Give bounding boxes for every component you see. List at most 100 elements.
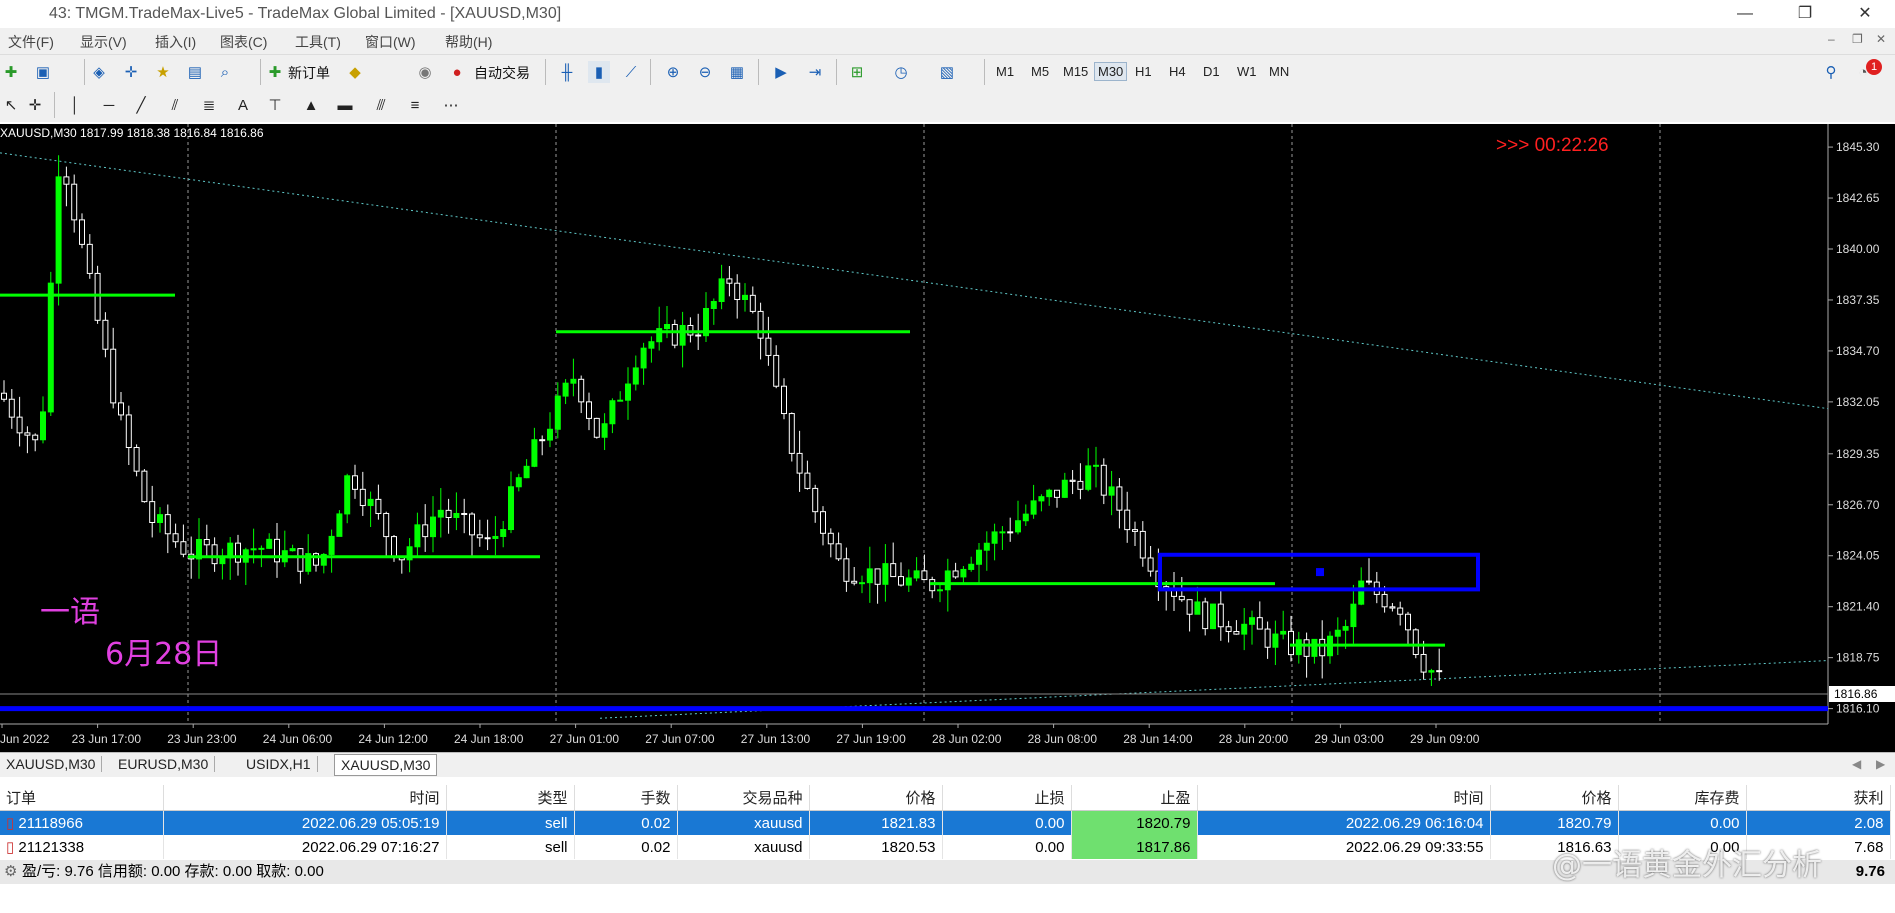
- candle-body: [859, 582, 865, 585]
- header-swap[interactable]: 库存费: [1618, 785, 1747, 811]
- indicators-icon[interactable]: ⊞: [846, 61, 868, 83]
- fibo-fan-icon[interactable]: ≡: [404, 94, 426, 116]
- header-order[interactable]: 订单: [0, 785, 164, 811]
- time-label: 28 Jun 20:00: [1219, 732, 1289, 746]
- tf-h1[interactable]: H1: [1132, 63, 1155, 80]
- text-icon[interactable]: A: [232, 94, 254, 116]
- tf-h4[interactable]: H4: [1166, 63, 1189, 80]
- restore-button[interactable]: ❐: [1785, 2, 1825, 26]
- menu-window[interactable]: 窗口(W): [365, 32, 416, 52]
- menu-file[interactable]: 文件(F): [8, 32, 54, 52]
- tab-usidx-h1[interactable]: USIDX,H1: [240, 756, 318, 772]
- header-open-time[interactable]: 时间: [163, 785, 447, 811]
- header-symbol[interactable]: 交易品种: [677, 785, 810, 811]
- auto-scroll-icon[interactable]: ▶: [770, 61, 792, 83]
- zoom-in-icon[interactable]: ⊕: [662, 61, 684, 83]
- search-icon[interactable]: ⚲: [1820, 61, 1842, 83]
- bar-chart-icon[interactable]: ╫: [556, 61, 578, 83]
- tab-xauusd-m30-1[interactable]: XAUUSD,M30: [0, 756, 103, 772]
- vertical-line-icon[interactable]: │: [64, 94, 86, 116]
- more-tools-icon[interactable]: ⋯: [440, 94, 462, 116]
- signals-icon[interactable]: ◉: [414, 61, 436, 83]
- tf-m15[interactable]: M15: [1060, 63, 1091, 80]
- tf-mn[interactable]: MN: [1266, 63, 1292, 80]
- price-chart[interactable]: 1816.86 1845.30 1842.65 1840.00 1837.35 1834…: [0, 124, 1895, 752]
- minimize-button[interactable]: —: [1725, 2, 1765, 26]
- menu-insert[interactable]: 插入(I): [155, 32, 196, 52]
- fibonacci-icon[interactable]: ≣: [198, 94, 220, 116]
- tf-m30[interactable]: M30: [1094, 62, 1128, 81]
- tab-eurusd-m30[interactable]: EURUSD,M30: [112, 756, 216, 772]
- strategy-tester-icon[interactable]: ⌕: [214, 61, 236, 83]
- mdi-minimize-button[interactable]: ‒: [1828, 32, 1835, 46]
- new-chart-icon[interactable]: ✚: [0, 61, 22, 83]
- symbol: xauusd: [677, 810, 810, 835]
- menu-view[interactable]: 显示(V): [80, 32, 127, 52]
- new-order-button[interactable]: 新订单: [288, 63, 330, 83]
- tile-windows-icon[interactable]: ▦: [726, 61, 748, 83]
- chart-shift-icon[interactable]: ⇥: [804, 61, 826, 83]
- arrow-up-icon[interactable]: ▲: [300, 94, 322, 116]
- text-label-icon[interactable]: ⊤: [264, 94, 286, 116]
- candle-body: [742, 294, 748, 301]
- time-label: Jun 2022: [0, 732, 50, 746]
- mdi-restore-button[interactable]: ❐: [1852, 32, 1863, 46]
- gann-icon[interactable]: ⫻: [370, 94, 392, 116]
- channel-icon[interactable]: ⫽: [164, 94, 186, 116]
- candle-body: [765, 337, 772, 356]
- candle-body: [274, 538, 280, 563]
- menu-chart[interactable]: 图表(C): [220, 32, 267, 52]
- new-order-icon[interactable]: ✚: [264, 61, 286, 83]
- time-label: 23 Jun 23:00: [167, 732, 237, 746]
- candle-body: [781, 385, 787, 415]
- templates-icon[interactable]: ▧: [936, 61, 958, 83]
- table-row[interactable]: ▯ 21118966 2022.06.29 05:05:19 sell 0.02…: [0, 810, 1891, 835]
- cursor-icon[interactable]: ↖: [0, 94, 22, 116]
- header-close-time[interactable]: 时间: [1197, 785, 1491, 811]
- candle-body: [812, 487, 819, 513]
- close-time: 2022.06.29 06:16:04: [1197, 810, 1491, 835]
- candle-body: [149, 501, 156, 523]
- time-label: 27 Jun 13:00: [741, 732, 811, 746]
- horizontal-line-icon[interactable]: ─: [98, 94, 120, 116]
- tab-prev-icon[interactable]: ◀: [1852, 757, 1861, 771]
- tab-xauusd-m30-active[interactable]: XAUUSD,M30: [334, 754, 438, 776]
- tf-d1[interactable]: D1: [1200, 63, 1223, 80]
- navigator-icon[interactable]: ★: [152, 61, 174, 83]
- metaeditor-icon[interactable]: ◆: [344, 61, 366, 83]
- candle-body: [804, 472, 811, 489]
- rectangle-icon[interactable]: ▬: [334, 94, 356, 116]
- zoom-out-icon[interactable]: ⊖: [694, 61, 716, 83]
- header-stop-loss[interactable]: 止损: [942, 785, 1072, 811]
- profit: 2.08: [1746, 810, 1891, 835]
- candlestick-icon[interactable]: ▮: [588, 61, 610, 83]
- tf-m1[interactable]: M1: [993, 63, 1017, 80]
- tf-w1[interactable]: W1: [1234, 63, 1260, 80]
- trendline-icon[interactable]: ╱: [130, 94, 152, 116]
- line-chart-icon[interactable]: ⟋: [620, 61, 642, 83]
- header-take-profit[interactable]: 止盈: [1071, 785, 1198, 811]
- terminal-icon[interactable]: ▤: [184, 61, 206, 83]
- data-window-icon[interactable]: ✛: [120, 61, 142, 83]
- candle-body: [617, 399, 624, 402]
- tf-m5[interactable]: M5: [1028, 63, 1052, 80]
- market-watch-icon[interactable]: ◈: [88, 61, 110, 83]
- candle-body: [1054, 489, 1060, 498]
- periods-icon[interactable]: ◷: [890, 61, 912, 83]
- header-close-price[interactable]: 价格: [1490, 785, 1619, 811]
- mdi-close-button[interactable]: ✕: [1876, 32, 1886, 46]
- menu-help[interactable]: 帮助(H): [445, 32, 492, 52]
- crosshair-icon[interactable]: ✛: [24, 94, 46, 116]
- time-label: 27 Jun 07:00: [645, 732, 715, 746]
- header-profit[interactable]: 获利: [1746, 785, 1891, 811]
- header-type[interactable]: 类型: [446, 785, 575, 811]
- auto-trading-icon[interactable]: ●: [446, 61, 468, 83]
- candle-body: [999, 531, 1006, 534]
- header-lots[interactable]: 手数: [574, 785, 678, 811]
- profiles-icon[interactable]: ▣: [32, 61, 54, 83]
- header-open-price[interactable]: 价格: [809, 785, 943, 811]
- menu-tools[interactable]: 工具(T): [295, 32, 341, 52]
- tab-next-icon[interactable]: ▶: [1876, 757, 1885, 771]
- auto-trading-button[interactable]: 自动交易: [474, 63, 530, 83]
- close-button[interactable]: ✕: [1845, 2, 1885, 26]
